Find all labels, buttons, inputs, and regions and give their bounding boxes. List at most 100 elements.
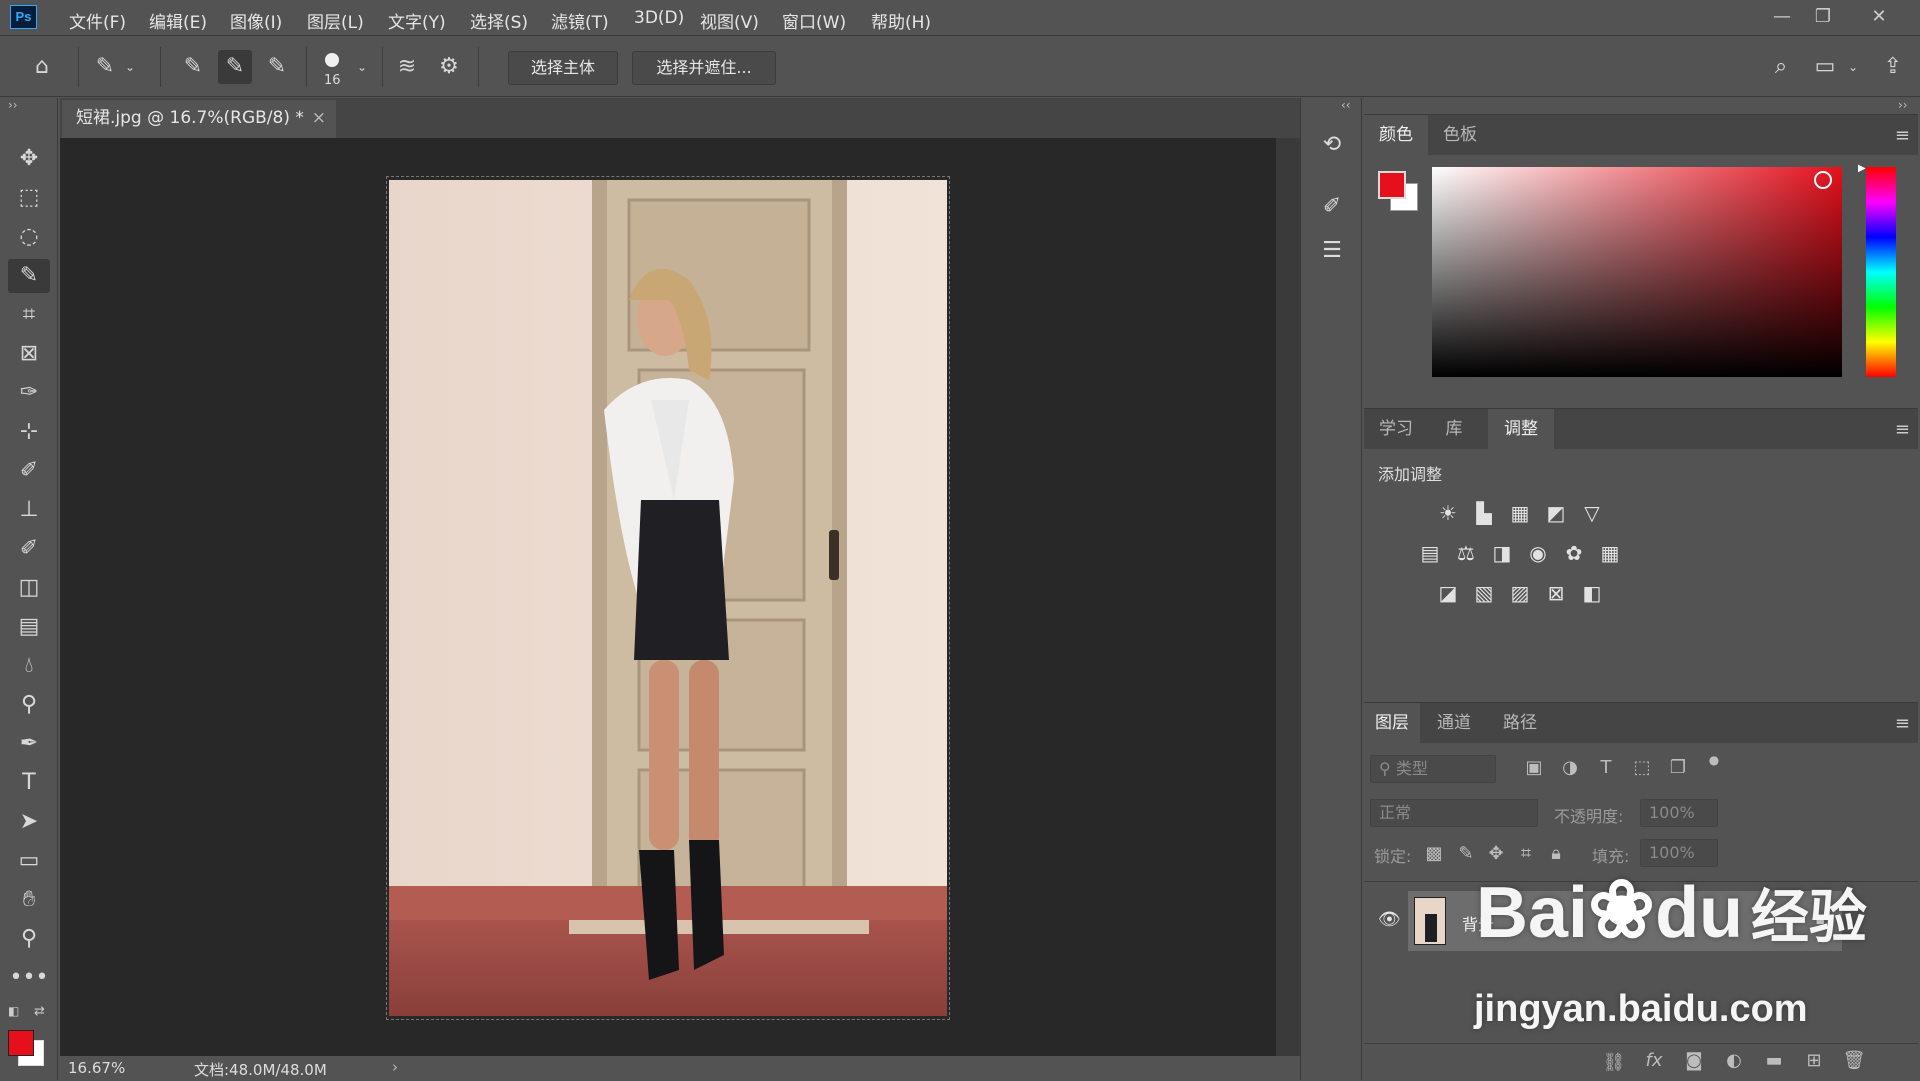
- panel-menu-icon[interactable]: ≡: [1895, 125, 1910, 146]
- delete-layer-icon[interactable]: 🗑︎: [1842, 1050, 1866, 1071]
- dodge-tool-icon[interactable]: ⚲: [8, 688, 50, 722]
- new-group-icon[interactable]: ▬: [1762, 1050, 1786, 1071]
- menu-help[interactable]: 帮助(H): [871, 8, 931, 33]
- levels-icon[interactable]: ▙: [1470, 499, 1498, 527]
- more-tools-icon[interactable]: •••: [8, 961, 50, 995]
- history-brush-tool-icon[interactable]: ✐: [8, 532, 50, 566]
- fx-icon[interactable]: fx: [1642, 1050, 1666, 1071]
- marquee-tool-icon[interactable]: ⬚: [8, 181, 50, 215]
- foreground-color-swatch[interactable]: [1378, 171, 1406, 199]
- path-selection-tool-icon[interactable]: ➤: [8, 805, 50, 839]
- tab-swatches[interactable]: 色板: [1428, 115, 1492, 155]
- collapse-icon[interactable]: ››: [8, 98, 18, 112]
- filter-adjustment-icon[interactable]: ◑: [1558, 757, 1582, 778]
- status-menu-arrow[interactable]: ›: [392, 1058, 398, 1076]
- tab-paths[interactable]: 路径: [1488, 703, 1552, 743]
- menu-filter[interactable]: 滤镜(T): [551, 8, 609, 33]
- zoom-tool-icon[interactable]: ⚲: [8, 922, 50, 956]
- hue-slider-marker[interactable]: ▶: [1858, 163, 1866, 174]
- swap-colors-icon[interactable]: ⇄: [34, 1004, 45, 1019]
- panel-menu-icon[interactable]: ≡: [1895, 419, 1910, 440]
- rectangle-tool-icon[interactable]: ▭: [8, 844, 50, 878]
- type-tool-icon[interactable]: T: [8, 766, 50, 800]
- minimize-icon[interactable]: —: [1767, 4, 1797, 30]
- hue-slider[interactable]: [1866, 167, 1896, 377]
- chevron-down-icon[interactable]: ⌄: [1845, 50, 1861, 84]
- new-adjustment-layer-icon[interactable]: ◐: [1722, 1050, 1746, 1071]
- tab-color[interactable]: 颜色: [1364, 115, 1428, 155]
- search-icon[interactable]: ⌕: [1766, 50, 1796, 84]
- menu-file[interactable]: 文件(F): [69, 8, 126, 33]
- gradient-tool-icon[interactable]: ▤: [8, 610, 50, 644]
- eraser-tool-icon[interactable]: ◫: [8, 571, 50, 605]
- channel-mixer-icon[interactable]: ✿: [1560, 539, 1588, 567]
- fill-input[interactable]: 100%: [1640, 839, 1718, 867]
- blur-tool-icon[interactable]: 💧︎: [8, 649, 50, 683]
- color-field[interactable]: [1432, 167, 1842, 377]
- add-mask-icon[interactable]: ◙: [1682, 1050, 1706, 1071]
- color-picker-marker[interactable]: [1814, 171, 1832, 189]
- tab-layers[interactable]: 图层: [1364, 703, 1420, 743]
- black-white-icon[interactable]: ◨: [1488, 539, 1516, 567]
- tab-learn[interactable]: 学习: [1364, 409, 1428, 449]
- move-tool-icon[interactable]: ✥: [8, 142, 50, 176]
- filter-toggle-icon[interactable]: ●: [1702, 753, 1726, 767]
- threshold-icon[interactable]: ▨: [1506, 579, 1534, 607]
- hand-tool-icon[interactable]: ✋︎: [8, 883, 50, 917]
- exposure-icon[interactable]: ◩: [1542, 499, 1570, 527]
- clone-stamp-tool-icon[interactable]: ⊥: [8, 493, 50, 527]
- document-tab[interactable]: 短裙.jpg @ 16.7%(RGB/8) * ×: [62, 100, 336, 138]
- menu-view[interactable]: 视图(V): [700, 8, 759, 33]
- share-icon[interactable]: ⇪: [1878, 50, 1908, 84]
- filter-shape-icon[interactable]: ⬚: [1630, 757, 1654, 778]
- opacity-input[interactable]: 100%: [1640, 799, 1718, 827]
- lock-artboard-icon[interactable]: ⌗: [1514, 843, 1538, 864]
- lock-all-icon[interactable]: 🔒︎: [1544, 843, 1568, 864]
- zoom-level[interactable]: 16.67%: [68, 1059, 125, 1077]
- collapse-icon[interactable]: ››: [1898, 98, 1908, 112]
- brightness-contrast-icon[interactable]: ☀: [1434, 499, 1462, 527]
- filter-type-icon[interactable]: T: [1594, 757, 1618, 778]
- close-window-icon[interactable]: ✕: [1864, 4, 1894, 30]
- color-balance-icon[interactable]: ⚖: [1452, 539, 1480, 567]
- panel-menu-icon[interactable]: ≡: [1895, 713, 1910, 734]
- brush-tool-icon[interactable]: ✐: [8, 454, 50, 488]
- chevron-down-icon[interactable]: ⌄: [354, 50, 370, 84]
- crop-tool-icon[interactable]: ⌗: [8, 298, 50, 332]
- default-colors-icon[interactable]: ◧: [8, 1004, 19, 1018]
- tab-libraries[interactable]: 库: [1428, 409, 1480, 449]
- foreground-color-swatch[interactable]: [8, 1030, 34, 1056]
- layer-filter-select[interactable]: ⚲ 类型: [1370, 755, 1496, 783]
- vibrance-icon[interactable]: ▽: [1578, 499, 1606, 527]
- filter-pixel-icon[interactable]: ▣: [1522, 757, 1546, 778]
- eyedropper-tool-icon[interactable]: ✑: [8, 376, 50, 410]
- menu-select[interactable]: 选择(S): [470, 8, 528, 33]
- close-tab-icon[interactable]: ×: [312, 100, 326, 136]
- restore-icon[interactable]: ❐: [1808, 4, 1838, 30]
- menu-edit[interactable]: 编辑(E): [149, 8, 207, 33]
- menu-window[interactable]: 窗口(W): [782, 8, 846, 33]
- filter-smart-object-icon[interactable]: ❐: [1666, 757, 1690, 778]
- invert-icon[interactable]: ◪: [1434, 579, 1462, 607]
- add-to-selection-icon[interactable]: ✎: [218, 50, 252, 84]
- color-lookup-icon[interactable]: ▦: [1596, 539, 1624, 567]
- link-layers-icon[interactable]: ⛓︎: [1602, 1052, 1626, 1073]
- posterize-icon[interactable]: ▧: [1470, 579, 1498, 607]
- new-selection-icon[interactable]: ✎: [176, 50, 210, 84]
- properties-icon[interactable]: ☰: [1315, 238, 1349, 272]
- enhance-edge-icon[interactable]: ⚙: [432, 50, 466, 84]
- pen-tool-icon[interactable]: ✒: [8, 727, 50, 761]
- healing-brush-tool-icon[interactable]: ⊹: [8, 415, 50, 449]
- menu-type[interactable]: 文字(Y): [388, 8, 446, 33]
- frame-tool-icon[interactable]: ⊠: [8, 337, 50, 371]
- sample-all-layers-icon[interactable]: ≋: [390, 50, 424, 84]
- history-panel-icon[interactable]: ⟲: [1315, 132, 1349, 166]
- select-subject-button[interactable]: 选择主体: [508, 51, 618, 85]
- hue-saturation-icon[interactable]: ▤: [1416, 539, 1444, 567]
- tab-channels[interactable]: 通道: [1420, 703, 1488, 743]
- image-canvas[interactable]: [389, 180, 947, 1016]
- selective-color-icon[interactable]: ⊠: [1542, 579, 1570, 607]
- select-and-mask-button[interactable]: 选择并遮住...: [632, 51, 776, 85]
- menu-3d[interactable]: 3D(D): [634, 8, 684, 28]
- vertical-scrollbar[interactable]: [1276, 138, 1300, 1056]
